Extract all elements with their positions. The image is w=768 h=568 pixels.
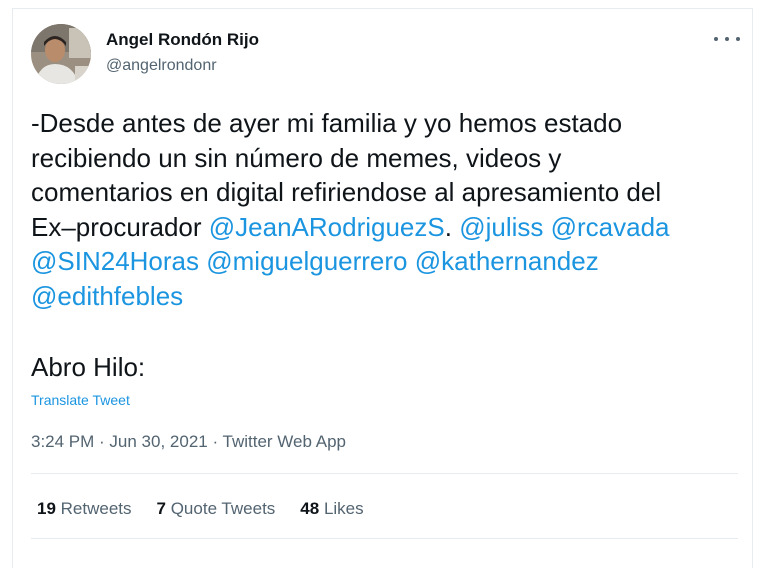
stat-label: Quote Tweets bbox=[165, 499, 276, 518]
mention-link[interactable]: @edithfebles bbox=[31, 281, 183, 311]
divider bbox=[31, 538, 738, 539]
stat-quote-tweets[interactable]: 7 Quote Tweets bbox=[157, 499, 276, 519]
avatar-photo bbox=[31, 24, 91, 84]
avatar[interactable] bbox=[31, 24, 91, 84]
tweet-text-segment bbox=[408, 246, 415, 276]
tweet-stats: 19 Retweets 7 Quote Tweets 48 Likes bbox=[37, 499, 389, 519]
mention-link[interactable]: @kathernandez bbox=[415, 246, 599, 276]
author-name[interactable]: Angel Rondón Rijo bbox=[106, 30, 259, 50]
tweet-text-line: comentarios en digital refiriendose al a… bbox=[31, 175, 751, 210]
stat-count: 19 bbox=[37, 499, 56, 518]
stat-retweets[interactable]: 19 Retweets bbox=[37, 499, 132, 519]
tweet-text-segment: comentarios en digital refiriendose al a… bbox=[31, 177, 662, 207]
stat-label: Likes bbox=[319, 499, 364, 518]
stat-count: 48 bbox=[300, 499, 320, 518]
tweet-text-segment: -Desde antes de ayer mi familia y yo hem… bbox=[31, 108, 623, 138]
tweet-text-segment: . bbox=[444, 211, 460, 242]
mention-link[interactable]: @juliss bbox=[459, 212, 543, 242]
more-options-icon[interactable] bbox=[714, 29, 740, 49]
mention-link[interactable]: @rcavada bbox=[551, 212, 670, 242]
divider bbox=[31, 473, 738, 474]
tweet-text: -Desde antes de ayer mi familia y yo hem… bbox=[31, 106, 751, 313]
tweet-text-segment bbox=[543, 212, 550, 242]
stat-likes[interactable]: 48 Likes bbox=[300, 499, 363, 519]
mention-link[interactable]: @JeanARodriguezS bbox=[209, 212, 445, 242]
tweet-timestamp[interactable]: 3:24 PM · Jun 30, 2021 · Twitter Web App bbox=[31, 432, 346, 452]
tweet-text-line: recibiendo un sin número de memes, video… bbox=[31, 141, 751, 176]
tweet-text-line: -Desde antes de ayer mi familia y yo hem… bbox=[31, 106, 751, 141]
stat-label: Retweets bbox=[55, 499, 132, 518]
tweet-text-segment: Ex–procurador bbox=[31, 211, 209, 242]
tweet-closing-text: Abro Hilo: bbox=[31, 352, 146, 382]
author-handle[interactable]: @angelrondonr bbox=[106, 57, 217, 75]
tweet-text-line: @SIN24Horas @miguelguerrero @kathernande… bbox=[31, 244, 751, 279]
tweet-text-line: @edithfebles bbox=[31, 279, 751, 314]
tweet-text-segment: recibiendo un sin número de memes, video… bbox=[31, 142, 562, 173]
mention-link[interactable]: @miguelguerrero bbox=[206, 246, 407, 276]
translate-tweet-link[interactable]: Translate Tweet bbox=[31, 392, 130, 408]
mention-link[interactable]: @SIN24Horas bbox=[31, 246, 199, 276]
stat-count: 7 bbox=[156, 499, 166, 518]
tweet-text-line: Ex–procurador @JeanARodriguezS. @juliss … bbox=[31, 210, 751, 245]
